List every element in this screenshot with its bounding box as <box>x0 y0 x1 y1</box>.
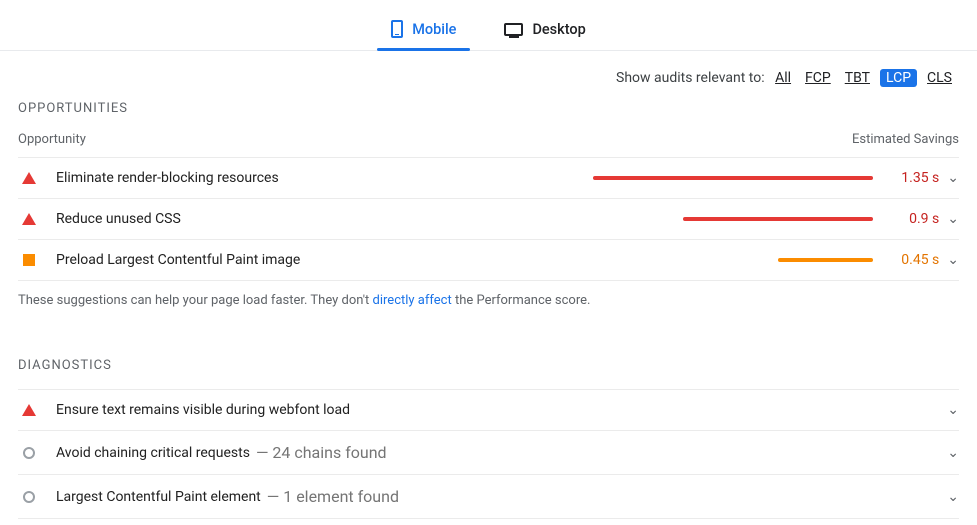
audit-filter-row: Show audits relevant to: All FCP TBT LCP CLS <box>18 51 959 101</box>
tab-desktop-label: Desktop <box>532 21 585 38</box>
filter-label: Show audits relevant to: <box>616 70 765 86</box>
opportunity-row[interactable]: Reduce unused CSS 0.9 s ⌄ <box>18 198 959 239</box>
diagnostic-sublabel: — 24 chains found <box>256 443 387 462</box>
device-tabs: Mobile Desktop <box>0 0 977 51</box>
filter-fcp[interactable]: FCP <box>801 70 835 86</box>
opportunity-label: Preload Largest Contentful Paint image <box>56 252 593 268</box>
filter-tbt[interactable]: TBT <box>841 70 874 86</box>
fail-triangle-icon <box>22 172 36 184</box>
savings-bar <box>593 176 873 180</box>
info-circle-icon <box>22 491 36 503</box>
col-savings: Estimated Savings <box>852 132 959 147</box>
diagnostic-label: Avoid chaining critical requests <box>56 445 250 461</box>
info-circle-icon <box>22 447 36 459</box>
opportunity-row[interactable]: Eliminate render-blocking resources 1.35 … <box>18 157 959 198</box>
opportunity-label: Eliminate render-blocking resources <box>56 170 593 186</box>
tab-mobile[interactable]: Mobile <box>387 14 460 50</box>
diagnostic-label: Ensure text remains visible during webfo… <box>56 402 350 418</box>
savings-bar <box>683 217 873 221</box>
chevron-down-icon: ⌄ <box>947 445 959 461</box>
fail-triangle-icon <box>22 404 36 416</box>
opportunities-title: OPPORTUNITIES <box>18 101 959 116</box>
hint-link[interactable]: directly affect <box>373 293 452 308</box>
savings-value: 1.35 s <box>883 170 939 186</box>
chevron-down-icon: ⌄ <box>947 252 959 268</box>
savings-bar-wrap <box>593 258 873 262</box>
savings-bar-wrap <box>593 176 873 180</box>
chevron-down-icon: ⌄ <box>947 402 959 418</box>
opportunities-hint: These suggestions can help your page loa… <box>18 293 959 308</box>
diagnostic-row[interactable]: Largest Contentful Paint element — 1 ele… <box>18 474 959 519</box>
chevron-down-icon: ⌄ <box>947 211 959 227</box>
diagnostics-title: DIAGNOSTICS <box>18 358 959 373</box>
tab-desktop[interactable]: Desktop <box>500 14 589 50</box>
opportunity-row[interactable]: Preload Largest Contentful Paint image 0.… <box>18 239 959 281</box>
savings-value: 0.9 s <box>883 211 939 227</box>
col-opportunity: Opportunity <box>18 132 86 147</box>
savings-value: 0.45 s <box>883 252 939 268</box>
savings-bar-wrap <box>593 217 873 221</box>
hint-after: the Performance score. <box>452 293 591 308</box>
filter-all[interactable]: All <box>771 70 795 86</box>
diagnostic-row[interactable]: Avoid chaining critical requests — 24 ch… <box>18 430 959 474</box>
fail-triangle-icon <box>22 213 36 225</box>
mobile-icon <box>391 20 403 38</box>
savings-bar <box>778 258 873 262</box>
diagnostic-label: Largest Contentful Paint element <box>56 489 261 505</box>
tab-mobile-label: Mobile <box>412 21 456 38</box>
chevron-down-icon: ⌄ <box>947 170 959 186</box>
chevron-down-icon: ⌄ <box>947 489 959 505</box>
filter-lcp[interactable]: LCP <box>880 69 917 87</box>
diagnostic-row[interactable]: Ensure text remains visible during webfo… <box>18 389 959 430</box>
diagnostic-sublabel: — 1 element found <box>267 487 399 506</box>
desktop-icon <box>504 23 523 36</box>
hint-before: These suggestions can help your page loa… <box>18 293 373 308</box>
opportunities-header: Opportunity Estimated Savings <box>18 132 959 147</box>
opportunity-label: Reduce unused CSS <box>56 211 593 227</box>
warn-square-icon <box>22 254 36 266</box>
filter-cls[interactable]: CLS <box>923 70 956 86</box>
